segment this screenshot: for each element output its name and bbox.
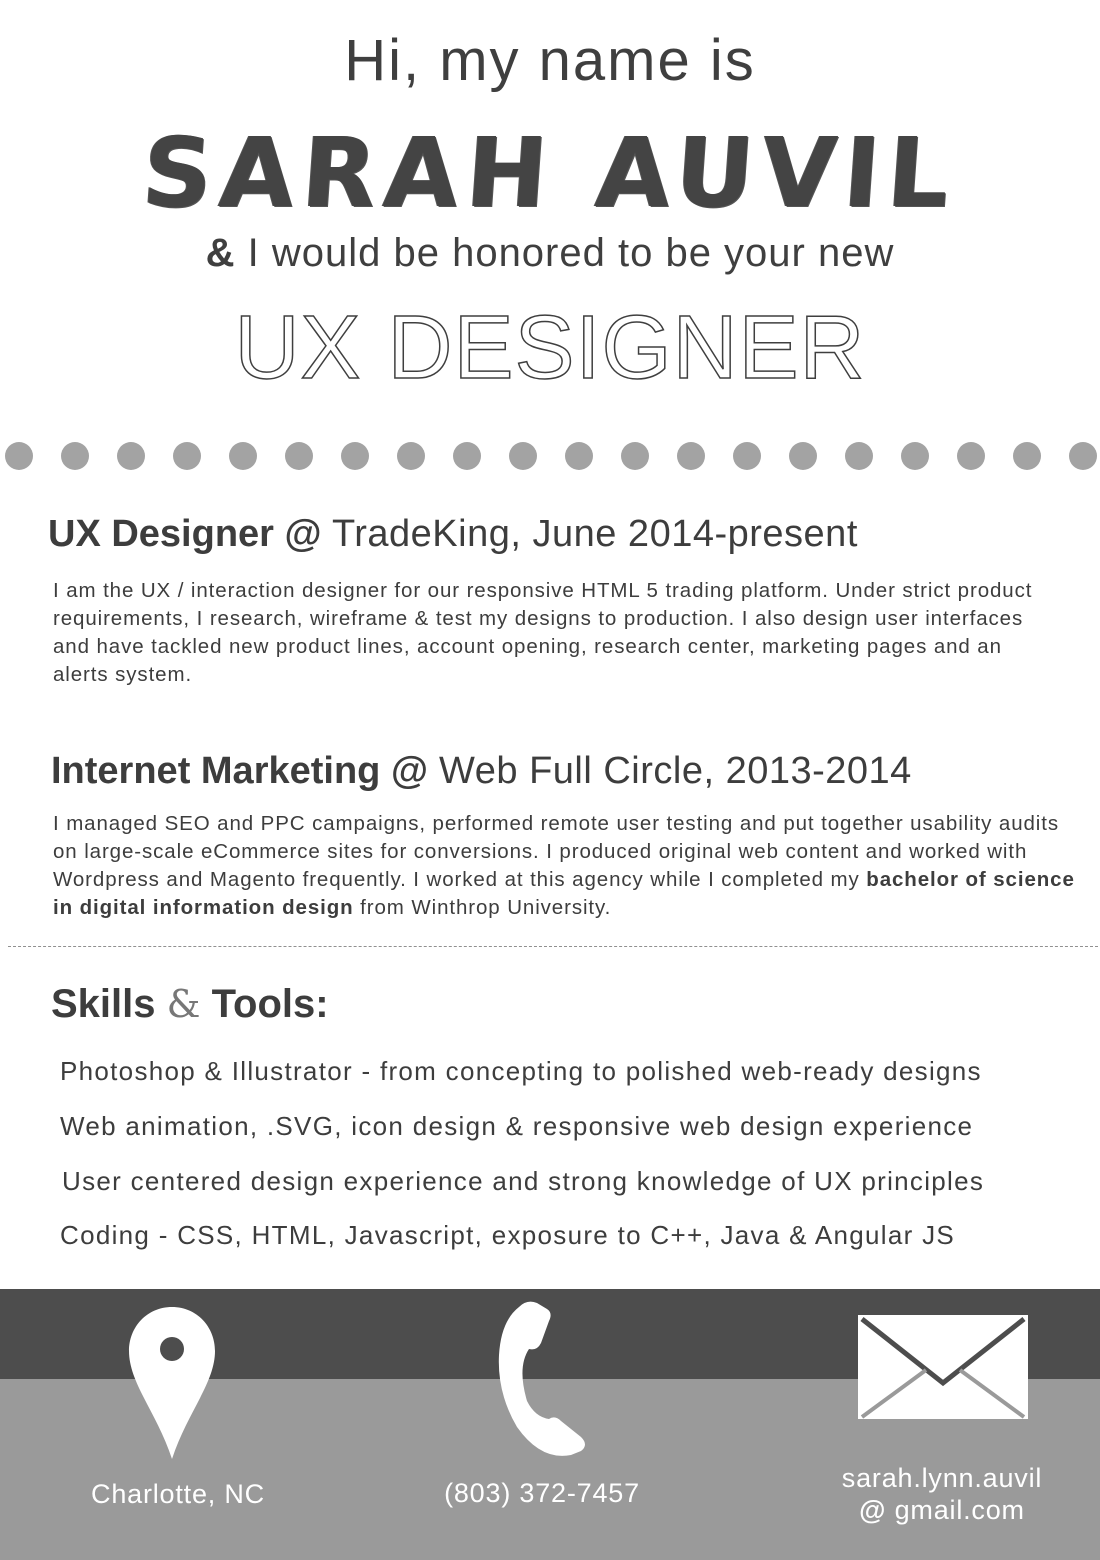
envelope-icon <box>856 1313 1030 1428</box>
separator-dot <box>117 442 145 470</box>
job-employer: Web Full Circle, 2013-2014 <box>428 750 912 792</box>
greeting-text: Hi, my name is <box>344 28 756 93</box>
email-at-sign: @ <box>859 1495 887 1525</box>
separator-dot <box>509 442 537 470</box>
separator-dot <box>1013 442 1041 470</box>
separator-dot <box>173 442 201 470</box>
separator-dot <box>845 442 873 470</box>
skill-item: Photoshop & Illustrator - from conceptin… <box>60 1056 982 1086</box>
job-description-web-full-circle: I managed SEO and PPC campaigns, perform… <box>53 810 1083 922</box>
separator-dot <box>1069 442 1097 470</box>
description-text-end: from Winthrop University. <box>353 896 612 919</box>
separator-dot <box>285 442 313 470</box>
tagline-ampersand: & <box>205 231 236 275</box>
separator-dot <box>621 442 649 470</box>
phone-handset-icon <box>497 1297 592 1462</box>
email-address[interactable]: sarah.lynn.auvil @ gmail.com <box>822 1462 1062 1526</box>
separator-dot <box>901 442 929 470</box>
separator-dot <box>397 442 425 470</box>
job-description-tradeking: I am the UX / interaction designer for o… <box>53 579 1033 686</box>
email-user: sarah.lynn.auvil <box>841 1463 1043 1493</box>
skills-heading-part2: Tools: <box>200 982 329 1026</box>
email-domain: gmail.com <box>886 1495 1025 1525</box>
separator-dot <box>453 442 481 470</box>
job-role: Internet Marketing @ <box>51 750 428 792</box>
separator-dot <box>677 442 705 470</box>
separator-dot <box>341 442 369 470</box>
dot-separator <box>0 442 1100 470</box>
separator-dot <box>733 442 761 470</box>
job-title-web-full-circle: Internet Marketing @ Web Full Circle, 20… <box>51 748 912 794</box>
separator-dot <box>229 442 257 470</box>
map-pin-icon <box>127 1303 217 1468</box>
person-name: SARAH AUVIL <box>139 117 961 229</box>
skills-heading-ampersand: & <box>166 982 201 1026</box>
job-employer: TradeKing, June 2014-present <box>321 513 858 555</box>
tagline-text: I would be honored to be your new <box>235 231 895 275</box>
phone-number[interactable]: (803) 372-7457 <box>412 1477 672 1509</box>
separator-dot <box>789 442 817 470</box>
job-title-tradeking: UX Designer @ TradeKing, June 2014-prese… <box>48 511 858 557</box>
skills-heading-part1: Skills <box>51 982 167 1026</box>
job-role: UX Designer @ <box>48 513 322 555</box>
separator-dot <box>957 442 985 470</box>
separator-dot <box>5 442 33 470</box>
skill-item: Coding - CSS, HTML, Javascript, exposure… <box>60 1220 956 1250</box>
tagline: & I would be honored to be your new <box>0 228 1100 278</box>
location-text: Charlotte, NC <box>91 1479 265 1509</box>
separator-dot <box>61 442 89 470</box>
skill-item: User centered design experience and stro… <box>62 1166 985 1196</box>
role-title: UX DESIGNER <box>234 297 866 399</box>
dashed-divider <box>8 946 1098 947</box>
separator-dot <box>565 442 593 470</box>
skill-item: Web animation, .SVG, icon design & respo… <box>60 1111 974 1141</box>
skills-heading: Skills & Tools: <box>51 980 329 1028</box>
